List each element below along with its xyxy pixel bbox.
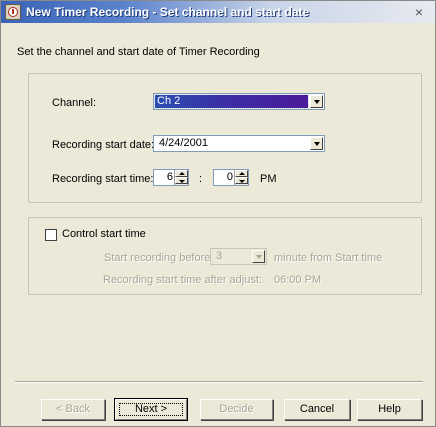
start-before-label: Start recording before [104, 252, 211, 264]
adjusted-time-value: 06:00 PM [274, 274, 322, 286]
chevron-down-icon [256, 255, 262, 259]
window-title: New Timer Recording - Set channel and st… [26, 5, 310, 19]
channel-dropdown-button[interactable] [310, 95, 323, 108]
start-date-label: Recording start date: [52, 139, 155, 151]
minute-spinner[interactable]: 0 [213, 169, 249, 186]
start-before-dropdown-button[interactable] [252, 250, 265, 263]
arrow-up-icon [239, 172, 245, 175]
instruction-text: Set the channel and start date of Timer … [17, 46, 260, 58]
hour-down-button[interactable] [175, 177, 188, 184]
hour-spinner[interactable]: 6 [153, 169, 189, 186]
arrow-down-icon [179, 180, 185, 183]
back-button[interactable]: < Back [41, 399, 105, 420]
start-date-dropdown-button[interactable] [310, 137, 323, 150]
ampm-label: PM [260, 173, 277, 185]
close-button[interactable]: × [411, 4, 427, 20]
focus-rect [119, 403, 183, 416]
arrow-up-icon [179, 172, 185, 175]
start-before-value: 3 [216, 250, 223, 262]
channel-label: Channel: [52, 97, 97, 109]
minute-updown[interactable] [234, 170, 248, 185]
start-time-label: Recording start time: [52, 173, 154, 185]
start-before-unit: minute from Start time [274, 252, 383, 264]
channel-value: Ch 2 [154, 94, 309, 109]
control-start-time-checkbox[interactable] [45, 229, 57, 241]
minute-value: 0 [226, 171, 233, 183]
time-separator: : [199, 173, 203, 185]
wizard-window: New Timer Recording - Set channel and st… [0, 0, 436, 427]
start-date-value: 4/24/2001 [159, 137, 208, 149]
chevron-down-icon [314, 100, 320, 104]
arrow-down-icon [239, 180, 245, 183]
clock-hand [12, 9, 14, 14]
hour-up-button[interactable] [175, 170, 188, 177]
help-button[interactable]: Help [357, 399, 422, 420]
chevron-down-icon [314, 142, 320, 146]
timer-recording-icon [5, 4, 21, 20]
hour-value: 6 [166, 171, 173, 183]
start-before-select[interactable]: 3 [210, 248, 267, 265]
title-bar[interactable]: New Timer Recording - Set channel and st… [1, 1, 435, 23]
minute-down-button[interactable] [235, 177, 248, 184]
channel-select[interactable]: Ch 2 [153, 93, 325, 110]
next-button[interactable]: Next > [114, 398, 188, 421]
adjusted-time-label: Recording start time after adjust: [103, 274, 262, 286]
cancel-button[interactable]: Cancel [284, 399, 350, 420]
start-date-picker[interactable]: 4/24/2001 [153, 135, 325, 152]
hour-updown[interactable] [174, 170, 188, 185]
button-divider [15, 381, 423, 383]
decide-button[interactable]: Decide [200, 399, 273, 420]
minute-up-button[interactable] [235, 170, 248, 177]
control-start-time-label[interactable]: Control start time [62, 228, 146, 240]
